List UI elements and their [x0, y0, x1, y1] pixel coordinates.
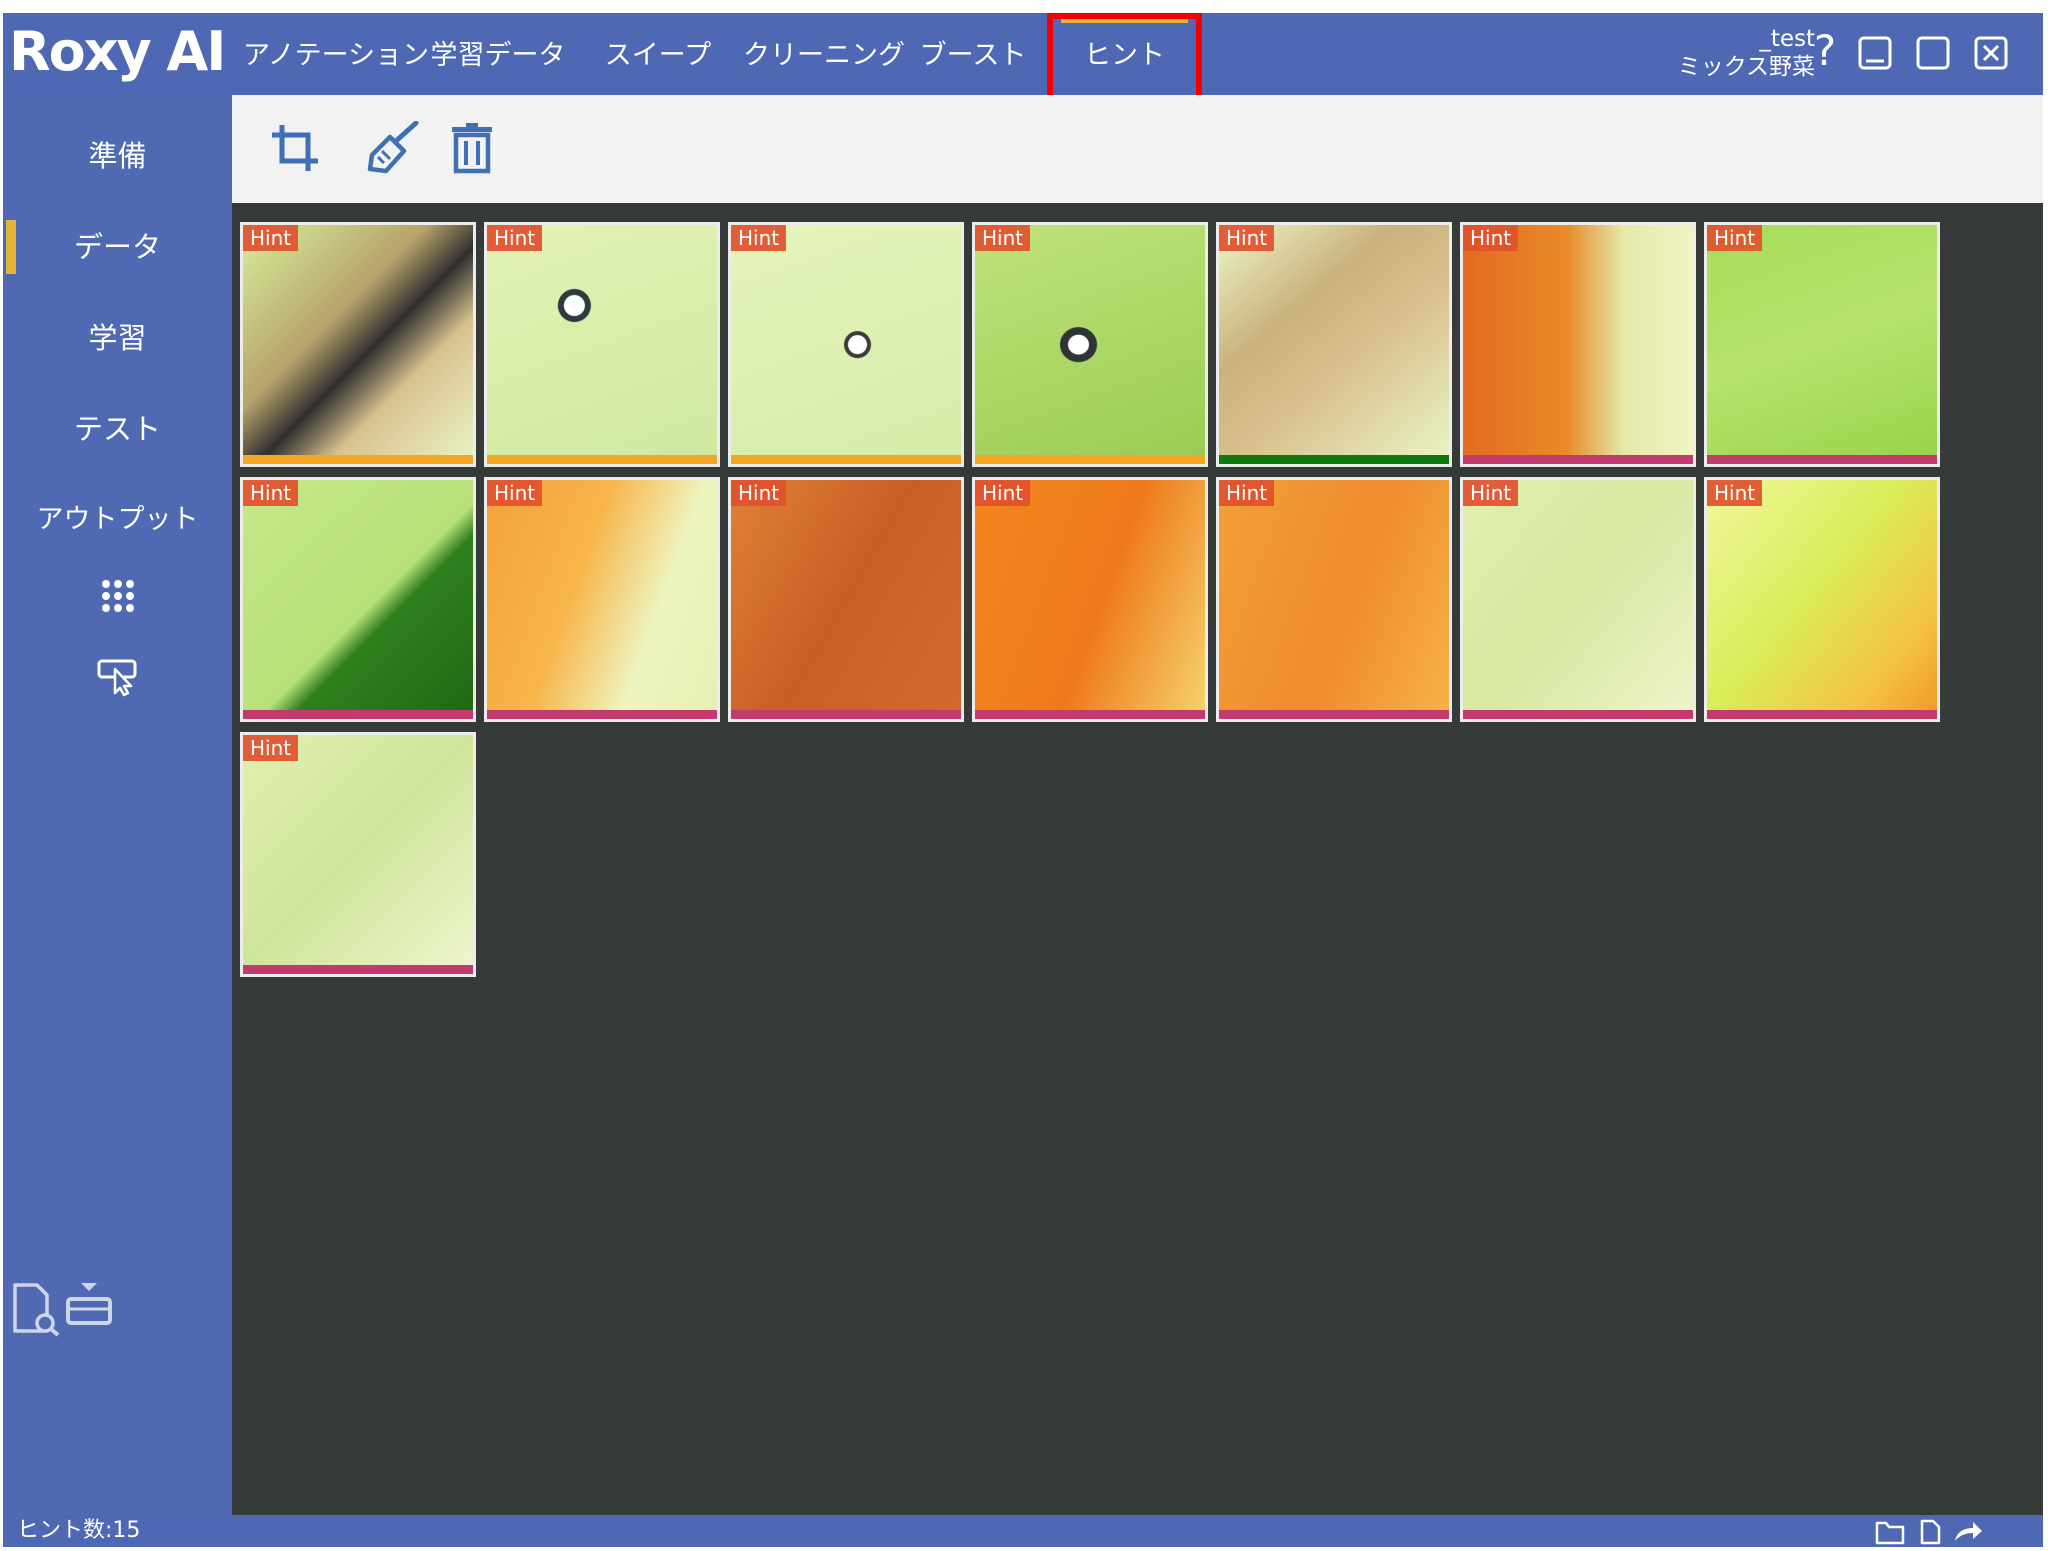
document-search-icon[interactable]: [11, 1281, 61, 1337]
image-thumbnail[interactable]: Hint: [1216, 477, 1452, 722]
roxy-ai-window: Roxy AI アノテーション 学習データ スイープ クリーニング ブースト ヒ…: [3, 13, 2043, 1547]
app-logo: Roxy AI: [9, 20, 226, 83]
label-status-bar: [1219, 710, 1449, 719]
image-thumbnail[interactable]: Hint: [1460, 477, 1696, 722]
label-status-bar: [243, 710, 473, 719]
file-icon[interactable]: [1915, 1519, 1945, 1545]
hint-badge: Hint: [731, 225, 787, 251]
thumbnail-image: [487, 225, 717, 455]
image-thumbnail[interactable]: Hint: [972, 222, 1208, 467]
user-info: _test ミックス野菜: [1678, 25, 1815, 81]
thumbnail-image: [1219, 480, 1449, 710]
thumbnail-image: [243, 735, 473, 965]
hint-badge: Hint: [487, 225, 543, 251]
toolbar: [232, 95, 2043, 203]
image-thumbnail[interactable]: Hint: [1704, 477, 1940, 722]
label-status-bar: [731, 710, 961, 719]
image-thumbnail[interactable]: Hint: [1460, 222, 1696, 467]
close-icon[interactable]: [1971, 33, 2011, 73]
status-bar: ヒント数:15: [3, 1515, 2043, 1547]
brush-icon[interactable]: [366, 121, 420, 175]
thumbnail-image: [1463, 225, 1693, 455]
hint-badge: Hint: [243, 225, 299, 251]
label-status-bar: [731, 455, 961, 464]
top-nav-bar: Roxy AI アノテーション 学習データ スイープ クリーニング ブースト ヒ…: [3, 13, 2043, 101]
label-status-bar: [1219, 455, 1449, 464]
thumbnail-image: [1463, 480, 1693, 710]
hint-badge: Hint: [243, 480, 299, 506]
image-thumbnail[interactable]: Hint: [1704, 222, 1940, 467]
hint-image-grid: Hint Hint Hint Hint Hint Hint Hint Hint Hint Hint…: [232, 203, 2043, 1515]
label-status-bar: [1707, 455, 1937, 464]
trash-icon[interactable]: [448, 121, 502, 175]
sidebar-item-output[interactable]: アウトプット: [3, 485, 232, 555]
hint-badge: Hint: [487, 480, 543, 506]
label-status-bar: [243, 965, 473, 974]
thumbnail-image: [1707, 480, 1937, 710]
tab-hint[interactable]: ヒント: [1053, 13, 1196, 95]
tab-sweep[interactable]: スイープ: [593, 13, 723, 95]
sidebar-item-data[interactable]: データ: [3, 212, 232, 282]
thumbnail-image: [243, 225, 473, 455]
hint-badge: Hint: [1463, 225, 1519, 251]
thumbnail-image: [731, 225, 961, 455]
label-status-bar: [975, 710, 1205, 719]
thumbnail-image: [731, 480, 961, 710]
sidebar-item-prepare[interactable]: 準備: [3, 121, 232, 191]
tab-boost[interactable]: ブースト: [913, 13, 1033, 95]
sidebar-item-test[interactable]: テスト: [3, 394, 232, 464]
image-thumbnail[interactable]: Hint: [484, 477, 720, 722]
hint-badge: Hint: [731, 480, 787, 506]
hint-badge: Hint: [1707, 480, 1763, 506]
hint-badge: Hint: [975, 225, 1031, 251]
hint-badge: Hint: [243, 735, 299, 761]
maximize-icon[interactable]: [1913, 33, 1953, 73]
image-thumbnail[interactable]: Hint: [240, 222, 476, 467]
label-status-bar: [1463, 710, 1693, 719]
label-status-bar: [243, 455, 473, 464]
hint-badge: Hint: [1463, 480, 1519, 506]
label-status-bar: [487, 710, 717, 719]
sidebar: 準備 データ 学習 テスト アウトプット: [3, 95, 232, 1515]
hint-badge: Hint: [1707, 225, 1763, 251]
image-thumbnail[interactable]: Hint: [728, 477, 964, 722]
thumbnail-image: [487, 480, 717, 710]
image-thumbnail[interactable]: Hint: [728, 222, 964, 467]
image-thumbnail[interactable]: Hint: [1216, 222, 1452, 467]
image-thumbnail[interactable]: Hint: [972, 477, 1208, 722]
thumbnail-image: [975, 225, 1205, 455]
hint-badge: Hint: [1219, 480, 1275, 506]
grid-apps-icon[interactable]: [101, 579, 135, 613]
model-name: ミックス野菜: [1677, 54, 1815, 80]
label-status-bar: [1707, 710, 1937, 719]
thumbnail-image: [1219, 225, 1449, 455]
image-thumbnail[interactable]: Hint: [240, 732, 476, 977]
help-icon[interactable]: ?: [1805, 29, 1845, 73]
thumbnail-image: [1707, 225, 1937, 455]
label-status-bar: [1463, 455, 1693, 464]
hint-count: ヒント数:15: [17, 1518, 141, 1543]
tab-cleaning[interactable]: クリーニング: [743, 13, 905, 95]
label-status-bar: [487, 455, 717, 464]
sidebar-item-training[interactable]: 学習: [3, 303, 232, 373]
hint-badge: Hint: [975, 480, 1031, 506]
folder-icon[interactable]: [1875, 1519, 1905, 1545]
tab-annotation[interactable]: アノテーション: [243, 13, 429, 95]
image-thumbnail[interactable]: Hint: [240, 477, 476, 722]
pointer-select-icon[interactable]: [97, 657, 139, 697]
crop-icon[interactable]: [268, 121, 322, 175]
tray-export-icon[interactable]: [65, 1279, 113, 1329]
thumbnail-image: [975, 480, 1205, 710]
minimize-icon[interactable]: [1855, 33, 1895, 73]
hint-badge: Hint: [1219, 225, 1275, 251]
thumbnail-image: [243, 480, 473, 710]
tab-training-data[interactable]: 学習データ: [423, 13, 573, 95]
label-status-bar: [975, 455, 1205, 464]
image-thumbnail[interactable]: Hint: [484, 222, 720, 467]
project-name: _test: [1759, 26, 1815, 52]
share-arrow-icon[interactable]: [1953, 1519, 1983, 1545]
